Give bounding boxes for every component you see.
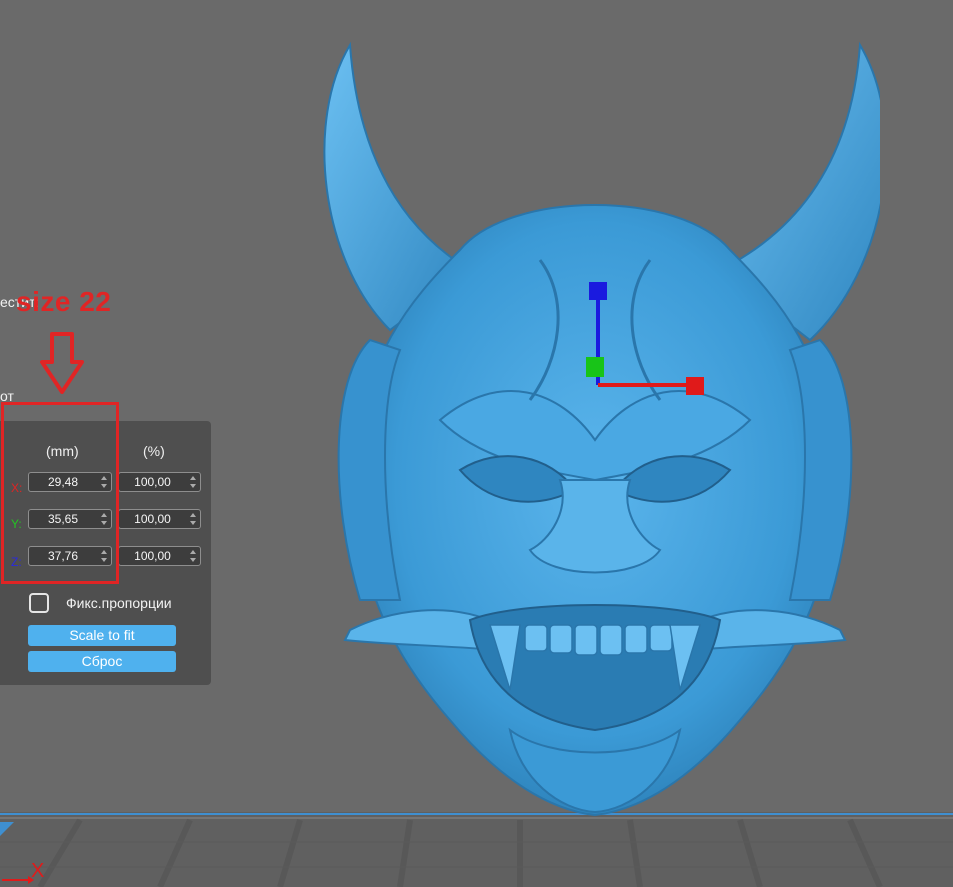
x-axis-handle xyxy=(686,377,704,395)
corner-axis-x-label: X xyxy=(31,860,45,882)
size-z-percent-input[interactable]: 100,00 xyxy=(118,546,201,566)
annotation-size-label: size 22 xyxy=(16,286,112,317)
annotation-highlight-box xyxy=(1,402,119,584)
spin-arrows-icon[interactable] xyxy=(189,549,197,563)
annotation-arrow-icon xyxy=(40,332,84,394)
y-axis-handle xyxy=(586,357,604,377)
lock-proportions-label[interactable]: Фикс.пропорции xyxy=(66,595,172,611)
reset-button[interactable]: Сброс xyxy=(28,651,176,672)
spin-arrows-icon[interactable] xyxy=(189,512,197,526)
size-y-percent-input[interactable]: 100,00 xyxy=(118,509,201,529)
z-axis-handle xyxy=(589,282,607,300)
size-x-percent-input[interactable]: 100,00 xyxy=(118,472,201,492)
percent-column-header: (%) xyxy=(143,443,165,459)
corner-axis-indicator xyxy=(2,876,34,884)
spin-arrows-icon[interactable] xyxy=(189,475,197,489)
oni-mask-model[interactable] xyxy=(310,40,880,820)
transform-gizmo[interactable] xyxy=(580,280,710,400)
lock-proportions-checkbox[interactable] xyxy=(29,593,49,613)
scale-to-fit-button[interactable]: Scale to fit xyxy=(28,625,176,646)
build-plate xyxy=(0,812,953,887)
